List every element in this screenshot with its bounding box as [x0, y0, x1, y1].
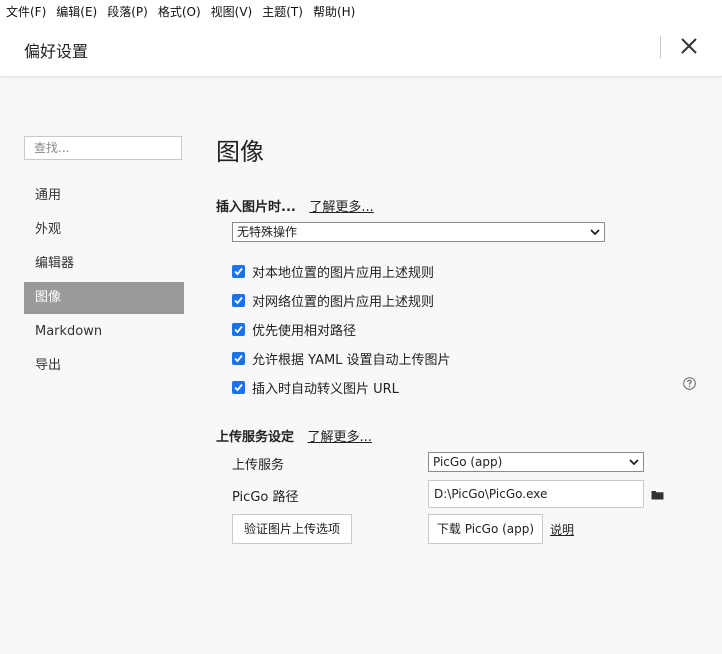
menu-help[interactable]: 帮助(H) — [307, 3, 359, 20]
checkbox-label: 对本地位置的图片应用上述规则 — [252, 266, 435, 281]
checkbox-escape-url[interactable] — [232, 381, 245, 394]
insert-image-heading-text: 插入图片时... — [216, 200, 296, 215]
download-picgo-button[interactable]: 下载 PicGo (app) — [428, 514, 543, 544]
page-title: 图像 — [216, 138, 264, 166]
checkbox-label: 对网络位置的图片应用上述规则 — [252, 295, 435, 310]
sidebar-item-markdown[interactable]: Markdown — [24, 316, 184, 348]
close-icon[interactable] — [679, 36, 699, 56]
checkbox-network-rules[interactable] — [232, 294, 245, 307]
menubar: 文件(F) 编辑(E) 段落(P) 格式(O) 视图(V) 主题(T) 帮助(H… — [0, 0, 722, 22]
picgo-path-field[interactable]: D:\PicGo\PicGo.exe — [428, 480, 644, 508]
chevron-down-icon — [629, 459, 639, 466]
menu-format[interactable]: 格式(O) — [152, 3, 205, 20]
sidebar-item-appearance[interactable]: 外观 — [24, 214, 184, 246]
upload-service-value: PicGo (app) — [433, 455, 503, 469]
insert-action-value: 无特殊操作 — [237, 225, 298, 239]
insert-action-select[interactable]: 无特殊操作 — [232, 222, 605, 242]
checkbox-label: 优先使用相对路径 — [252, 324, 357, 339]
menu-view[interactable]: 视图(V) — [205, 3, 257, 20]
checkbox-row-escape: 插入时自动转义图片 URL — [232, 378, 399, 397]
upload-service-select[interactable]: PicGo (app) — [428, 452, 644, 472]
search-input[interactable] — [24, 136, 182, 160]
verify-upload-button[interactable]: 验证图片上传选项 — [232, 514, 352, 544]
checkbox-row-relative: 优先使用相对路径 — [232, 320, 356, 339]
picgo-path-label: PicGo 路径 — [232, 490, 299, 505]
insert-image-heading: 插入图片时... 了解更多... — [216, 196, 374, 215]
sidebar-nav: 通用 外观 编辑器 图像 Markdown 导出 — [24, 180, 184, 384]
dialog-title: 偏好设置 — [24, 42, 89, 61]
checkbox-relative-path[interactable] — [232, 323, 245, 336]
chevron-down-icon — [590, 229, 600, 236]
question-circle-icon[interactable] — [683, 377, 696, 390]
upload-service-label: 上传服务 — [232, 458, 285, 473]
checkbox-local-rules[interactable] — [232, 265, 245, 278]
header-divider — [660, 36, 661, 58]
checkbox-row-network: 对网络位置的图片应用上述规则 — [232, 291, 434, 310]
checkbox-row-local: 对本地位置的图片应用上述规则 — [232, 262, 434, 281]
sidebar-item-general[interactable]: 通用 — [24, 180, 184, 212]
menu-edit[interactable]: 编辑(E) — [50, 3, 101, 20]
insert-learn-more-link[interactable]: 了解更多... — [309, 200, 373, 215]
sidebar-item-image[interactable]: 图像 — [24, 282, 184, 314]
checkbox-yaml-upload[interactable] — [232, 352, 245, 365]
sidebar-item-export[interactable]: 导出 — [24, 350, 184, 382]
menu-file[interactable]: 文件(F) — [0, 3, 50, 20]
checkbox-label: 允许根据 YAML 设置自动上传图片 — [252, 353, 451, 368]
sidebar-item-editor[interactable]: 编辑器 — [24, 248, 184, 280]
upload-learn-more-link[interactable]: 了解更多... — [308, 430, 372, 445]
dialog-header: 偏好设置 — [0, 22, 722, 77]
menu-theme[interactable]: 主题(T) — [256, 3, 307, 20]
upload-service-heading: 上传服务设定 了解更多... — [216, 426, 372, 445]
menu-paragraph[interactable]: 段落(P) — [101, 3, 152, 20]
checkbox-row-yaml: 允许根据 YAML 设置自动上传图片 — [232, 349, 451, 368]
checkbox-label: 插入时自动转义图片 URL — [252, 382, 399, 397]
explain-link[interactable]: 说明 — [550, 521, 574, 538]
upload-service-heading-text: 上传服务设定 — [216, 430, 295, 445]
folder-icon[interactable] — [651, 489, 664, 500]
